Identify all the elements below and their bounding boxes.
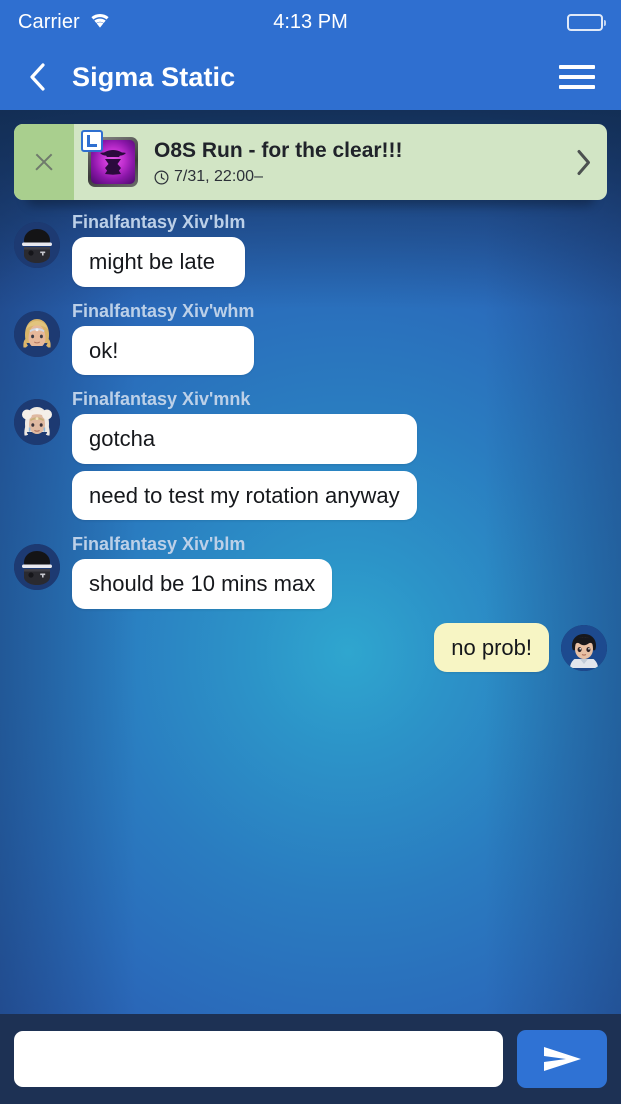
status-bar-left: Carrier	[18, 11, 112, 34]
avatar-self[interactable]	[561, 624, 607, 671]
sender-name: Finalfantasy Xiv'blm	[72, 534, 246, 554]
wifi-icon	[88, 11, 112, 34]
chevron-right-icon	[577, 149, 590, 175]
avatar-blm[interactable]	[14, 544, 60, 590]
message-bubble[interactable]: ok!	[72, 325, 255, 375]
event-icon-wrapper	[81, 130, 138, 187]
message-group: Finalfantasy Xiv'mnk gotcha need to test…	[14, 389, 607, 520]
sender-name: Finalfantasy Xiv'mnk	[72, 389, 251, 409]
close-x-icon	[33, 151, 55, 173]
message-bubble[interactable]: should be 10 mins max	[72, 559, 333, 609]
message-group-own: no prob!	[14, 622, 607, 672]
message-column: Finalfantasy Xiv'mnk gotcha need to test…	[60, 389, 429, 520]
chat-screen: Carrier 4:13 PM Sigma Static O8S Run - f…	[0, 0, 621, 1104]
chevron-left-icon	[30, 63, 45, 91]
message-bubble-own[interactable]: no prob!	[434, 622, 549, 672]
message-bubble[interactable]: might be late	[72, 237, 246, 287]
page-title: Sigma Static	[72, 61, 236, 92]
composer-bar	[0, 1014, 621, 1104]
banner-content[interactable]: O8S Run - for the clear!!! 7/31, 22:00–	[74, 124, 561, 200]
event-banner[interactable]: O8S Run - for the clear!!! 7/31, 22:00–	[14, 124, 607, 200]
message-column: no prob!	[422, 622, 561, 672]
message-bubble[interactable]: need to test my rotation anyway	[72, 470, 417, 520]
sender-name: Finalfantasy Xiv'blm	[72, 212, 246, 232]
banner-dismiss-button[interactable]	[14, 124, 74, 200]
message-column: Finalfantasy Xiv'blm should be 10 mins m…	[60, 534, 344, 609]
back-button[interactable]	[28, 57, 60, 97]
status-bar-right	[567, 13, 606, 31]
send-button[interactable]	[517, 1030, 607, 1088]
avatar-blm[interactable]	[14, 222, 60, 268]
event-banner-wrapper: O8S Run - for the clear!!! 7/31, 22:00–	[0, 110, 621, 206]
message-group: Finalfantasy Xiv'whm ok!	[14, 300, 607, 375]
event-time: 7/31, 22:00–	[174, 168, 263, 186]
event-title: O8S Run - for the clear!!!	[154, 138, 403, 162]
sender-name: Finalfantasy Xiv'whm	[72, 300, 255, 321]
message-input[interactable]	[14, 1031, 503, 1087]
battery-full-icon	[567, 13, 606, 31]
event-text: O8S Run - for the clear!!! 7/31, 22:00–	[138, 138, 555, 186]
event-time-row: 7/31, 22:00–	[154, 168, 555, 186]
banner-open-button[interactable]	[561, 124, 607, 200]
message-bubble[interactable]: gotcha	[72, 414, 417, 464]
status-bar: Carrier 4:13 PM	[0, 0, 621, 44]
avatar-whm[interactable]	[14, 310, 60, 357]
message-list: Finalfantasy Xiv'blm might be late Final…	[0, 200, 621, 696]
message-group: Finalfantasy Xiv'blm should be 10 mins m…	[14, 534, 607, 609]
party-leader-badge-icon	[81, 130, 103, 152]
nav-header: Sigma Static	[0, 44, 621, 110]
carrier-label: Carrier	[18, 10, 80, 33]
message-group: Finalfantasy Xiv'blm might be late	[14, 212, 607, 287]
hamburger-menu-icon[interactable]	[559, 57, 599, 97]
clock-icon	[154, 170, 169, 185]
message-column: Finalfantasy Xiv'blm might be late	[60, 212, 257, 287]
send-paper-plane-icon	[544, 1047, 581, 1071]
avatar-mnk[interactable]	[14, 399, 60, 445]
message-column: Finalfantasy Xiv'whm ok!	[60, 300, 266, 375]
chat-body: O8S Run - for the clear!!! 7/31, 22:00–	[0, 110, 621, 1014]
